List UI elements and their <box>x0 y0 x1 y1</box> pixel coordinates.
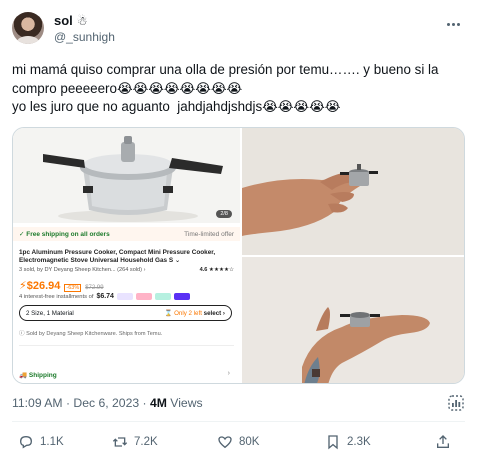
stock-warning: ⌛ Only 2 left <box>164 310 202 317</box>
current-price: ⚡$26.94 <box>19 280 61 292</box>
payment-logo-icon <box>135 293 152 300</box>
avatar[interactable] <box>12 12 44 44</box>
share-icon <box>437 435 449 448</box>
installments-text: 4 interest-free installments of <box>19 293 94 300</box>
share-button[interactable] <box>435 434 451 450</box>
product-sold-row: 3 sold, by DY Deyang Sheep Kitchen... (2… <box>19 267 234 273</box>
payment-logo-icon <box>154 293 171 300</box>
author-block[interactable]: sol ☃ @_sunhigh <box>54 13 115 45</box>
like-count: 80K <box>239 436 260 448</box>
product-photo <box>13 128 240 223</box>
views-count: 4M <box>149 396 167 410</box>
media-image-hand-holding-cooker[interactable] <box>242 128 464 255</box>
chevron-right-icon: › <box>227 370 230 377</box>
retweet-count: 7.2K <box>134 436 158 448</box>
divider <box>12 421 465 422</box>
hand-photo-illustration <box>242 128 464 255</box>
free-shipping-text: ✓ Free shipping on all orders <box>19 231 110 238</box>
bookmark-count: 2.3K <box>347 436 371 448</box>
media-image-product-screenshot[interactable]: 2/8 ✓ Free shipping on all orders Time-l… <box>13 128 240 383</box>
payment-logo-icon <box>116 293 133 300</box>
seller-note: ⓘ Sold by Deyang Sheep Kitchenware. Ship… <box>19 329 234 346</box>
tweet-header: sol ☃ @_sunhigh <box>12 12 465 52</box>
select-link: select › <box>203 310 225 317</box>
media-grid: 2/8 ✓ Free shipping on all orders Time-l… <box>12 127 465 384</box>
snowman-emoji: ☃ <box>76 14 88 28</box>
tweet-meta: 11:09 AM · Dec 6, 2023 · 4M Views <box>12 396 203 410</box>
original-price: $72.99 <box>85 285 104 291</box>
display-name[interactable]: sol ☃ <box>54 13 115 29</box>
free-shipping-bar: ✓ Free shipping on all orders Time-limit… <box>13 227 240 241</box>
rating-stars: 4.6 ★★★★☆ <box>199 267 234 273</box>
reply-button[interactable]: 1.1K <box>18 434 112 450</box>
discount-badge: -63% <box>64 284 82 292</box>
display-name-text[interactable]: sol <box>54 13 73 29</box>
price-row: ⚡$26.94 -63% $72.99 <box>19 279 104 292</box>
image-counter-badge: 2/8 <box>216 210 232 218</box>
installments-row: 4 interest-free installments of $6.74 <box>19 293 190 300</box>
palm-photo-illustration <box>242 257 464 383</box>
sold-count: 3 sold, by DY Deyang Sheep Kitchen... (2… <box>19 267 146 273</box>
action-bar: 1.1K 7.2K 80K 2.3K <box>18 433 465 451</box>
payment-logo-icon <box>173 293 190 300</box>
tweet-text: mi mamá quiso comprar una olla de presió… <box>12 62 439 114</box>
installment-amount: $6.74 <box>96 293 114 300</box>
size-selector: 2 Size, 1 Material ⌛ Only 2 left select … <box>19 305 232 321</box>
handle[interactable]: @_sunhigh <box>54 29 115 45</box>
pressure-cooker-illustration <box>13 128 240 223</box>
analytics-icon[interactable] <box>447 394 465 412</box>
product-title: 1pc Aluminum Pressure Cooker, Compact Mi… <box>19 249 216 264</box>
more-options-icon[interactable] <box>441 16 465 32</box>
reply-count: 1.1K <box>40 436 64 448</box>
media-image-cooker-in-palm[interactable] <box>242 257 464 383</box>
size-text: 2 Size, 1 Material <box>26 309 74 317</box>
views-label: Views <box>166 396 203 410</box>
bookmark-button[interactable]: 2.3K <box>325 434 435 450</box>
retweet-button[interactable]: 7.2K <box>112 434 217 450</box>
timestamp[interactable]: 11:09 AM · Dec 6, 2023 · <box>12 396 150 410</box>
bookmark-icon <box>328 435 338 450</box>
shipping-label: 🚚 Shipping <box>19 372 57 379</box>
limited-offer-text: Time-limited offer <box>184 230 234 238</box>
heart-icon <box>218 436 232 449</box>
like-button[interactable]: 80K <box>217 434 325 450</box>
retweet-icon <box>112 437 128 447</box>
reply-icon <box>19 435 33 449</box>
